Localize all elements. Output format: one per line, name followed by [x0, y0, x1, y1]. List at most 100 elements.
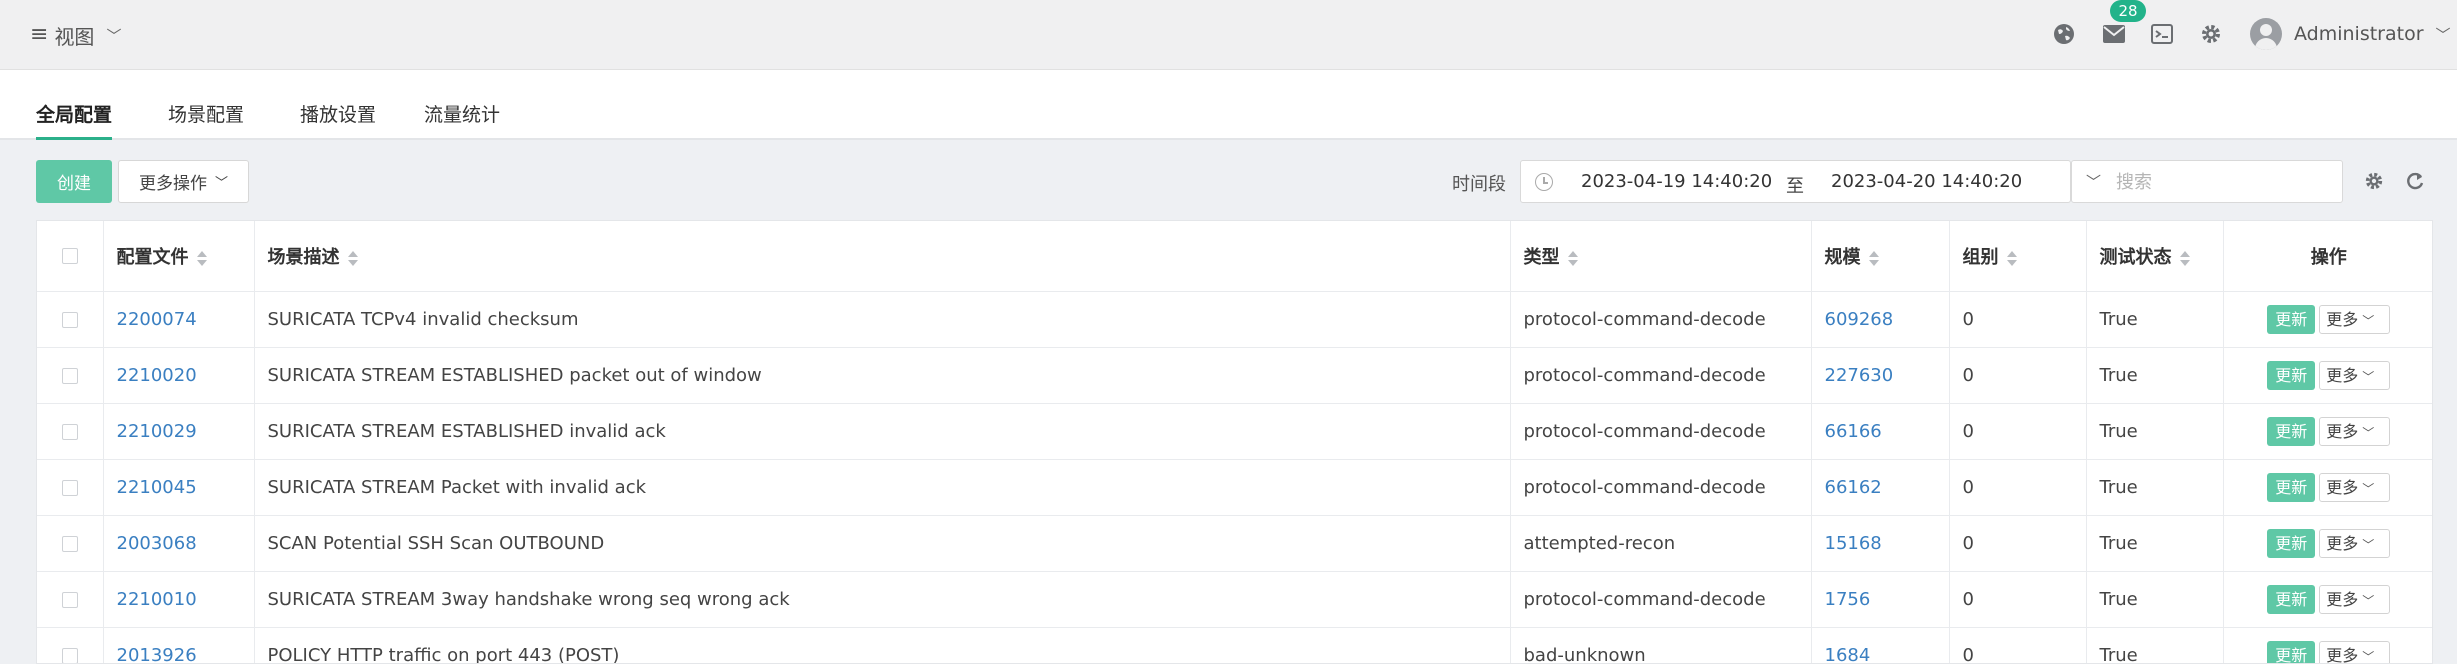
update-button[interactable]: 更新	[2267, 360, 2316, 390]
group-cell: 0	[1949, 403, 2087, 460]
col-config-file[interactable]: 配置文件	[103, 221, 255, 292]
row-more-label: 更多	[2326, 309, 2359, 329]
search-input[interactable]	[2116, 169, 2326, 195]
row-checkbox[interactable]	[61, 647, 78, 663]
row-more-button[interactable]: 更多 ﹀	[2319, 640, 2391, 663]
row-checkbox[interactable]	[61, 311, 78, 328]
sort-icon[interactable]	[2006, 250, 2017, 266]
date-start[interactable]: 2023-04-19 14:40:20	[1581, 171, 1772, 192]
update-button[interactable]: 更新	[2267, 640, 2316, 663]
config-file-cell: 2210020	[103, 347, 255, 404]
row-checkbox[interactable]	[61, 367, 78, 384]
update-button[interactable]: 更新	[2267, 304, 2316, 334]
gear-icon[interactable]	[2199, 22, 2223, 46]
config-file-link[interactable]: 2210029	[117, 421, 197, 442]
select-all-checkbox[interactable]	[61, 248, 78, 265]
test-status-cell: True	[2086, 403, 2224, 460]
avatar	[2250, 18, 2282, 50]
col-group[interactable]: 组别	[1949, 221, 2087, 292]
actions-cell: 更新 更多 ﹀	[2223, 403, 2432, 460]
config-file-cell: 2200074	[103, 291, 255, 348]
col-scene-desc[interactable]: 场景描述	[254, 221, 1511, 292]
scale-link[interactable]: 609268	[1825, 309, 1894, 330]
col-test-status[interactable]: 测试状态	[2086, 221, 2224, 292]
notification-badge[interactable]: 28	[2110, 0, 2146, 22]
scale-link[interactable]: 15168	[1825, 533, 1882, 554]
group-cell: 0	[1949, 459, 2087, 516]
sort-icon[interactable]	[1567, 250, 1578, 266]
tab-global-config[interactable]: 全局配置	[36, 100, 113, 140]
type-cell: attempted-recon	[1510, 515, 1812, 572]
row-more-button[interactable]: 更多 ﹀	[2319, 584, 2391, 614]
type-cell: protocol-command-decode	[1510, 291, 1812, 348]
tab-playback-settings[interactable]: 播放设置	[300, 100, 376, 140]
clock-icon	[1535, 173, 1553, 191]
sort-icon[interactable]	[347, 250, 358, 266]
scale-link[interactable]: 66166	[1825, 421, 1882, 442]
chevron-down-icon[interactable]: ﹀	[2086, 171, 2101, 192]
sort-icon[interactable]	[196, 250, 207, 266]
update-button[interactable]: 更新	[2267, 528, 2316, 558]
create-button[interactable]: 创建	[36, 160, 112, 203]
group-cell: 0	[1949, 291, 2087, 348]
more-actions-label: 更多操作	[138, 174, 207, 194]
test-status-cell: True	[2086, 571, 2224, 628]
terminal-icon[interactable]	[2150, 22, 2174, 46]
row-checkbox[interactable]	[61, 479, 78, 496]
actions-cell: 更新 更多 ﹀	[2223, 627, 2432, 663]
config-file-link[interactable]: 2210020	[117, 365, 197, 386]
col-scene-desc-label: 场景描述	[267, 246, 340, 268]
config-file-link[interactable]: 2013926	[117, 645, 197, 664]
scale-link[interactable]: 66162	[1825, 477, 1882, 498]
time-range-label: 时间段	[1452, 174, 1506, 195]
row-more-button[interactable]: 更多 ﹀	[2319, 528, 2391, 558]
chevron-down-icon: ﹀	[106, 26, 122, 45]
scale-cell: 1756	[1811, 571, 1950, 628]
scale-cell: 609268	[1811, 291, 1950, 348]
row-checkbox[interactable]	[61, 423, 78, 440]
config-file-link[interactable]: 2210045	[117, 477, 197, 498]
col-scale[interactable]: 规模	[1811, 221, 1950, 292]
tab-traffic-stats[interactable]: 流量统计	[424, 100, 500, 140]
sort-icon[interactable]	[2179, 250, 2190, 266]
row-checkbox[interactable]	[61, 591, 78, 608]
update-button[interactable]: 更新	[2267, 584, 2316, 614]
settings-icon[interactable]	[2363, 170, 2385, 192]
config-file-link[interactable]: 2200074	[117, 309, 197, 330]
actions-cell: 更新 更多 ﹀	[2223, 459, 2432, 516]
table-header-row: 配置文件 场景描述 类型 规模 组别 测试状态 操作	[37, 221, 2432, 292]
table-row: 2210010 SURICATA STREAM 3way handshake wr…	[37, 571, 2432, 628]
table-row: 2210029 SURICATA STREAM ESTABLISHED inval…	[37, 403, 2432, 460]
config-file-link[interactable]: 2210010	[117, 589, 197, 610]
actions-cell: 更新 更多 ﹀	[2223, 347, 2432, 404]
config-file-link[interactable]: 2003068	[117, 533, 197, 554]
sort-icon[interactable]	[1868, 250, 1879, 266]
mail-icon[interactable]	[2102, 22, 2126, 46]
globe-icon[interactable]	[2052, 22, 2076, 46]
row-more-button[interactable]: 更多 ﹀	[2319, 416, 2391, 446]
scale-link[interactable]: 1756	[1825, 589, 1871, 610]
scene-desc-cell: SURICATA STREAM 3way handshake wrong seq…	[254, 571, 1511, 628]
refresh-icon[interactable]	[2404, 170, 2426, 192]
col-type[interactable]: 类型	[1510, 221, 1812, 292]
date-range-picker[interactable]: 2023-04-19 14:40:20 至 2023-04-20 14:40:2…	[1520, 160, 2071, 203]
tab-scene-config[interactable]: 场景配置	[168, 100, 244, 140]
user-menu[interactable]: Administrator ﹀	[2250, 16, 2451, 52]
update-button[interactable]: 更新	[2267, 416, 2316, 446]
tab-bar: 全局配置 场景配置 播放设置 流量统计	[0, 70, 2457, 140]
view-menu[interactable]: ≡ 视图 ﹀	[30, 20, 121, 50]
col-test-status-label: 测试状态	[2099, 246, 2172, 268]
select-all-cell[interactable]	[37, 221, 104, 292]
scale-link[interactable]: 1684	[1825, 645, 1871, 664]
row-more-button[interactable]: 更多 ﹀	[2319, 304, 2391, 334]
scale-link[interactable]: 227630	[1825, 365, 1894, 386]
date-end[interactable]: 2023-04-20 14:40:20	[1831, 171, 2022, 192]
scene-desc-cell: SURICATA STREAM ESTABLISHED packet out o…	[254, 347, 1511, 404]
test-status-cell: True	[2086, 291, 2224, 348]
row-more-button[interactable]: 更多 ﹀	[2319, 472, 2391, 502]
row-checkbox[interactable]	[61, 535, 78, 552]
more-actions-button[interactable]: 更多操作 ﹀	[118, 160, 249, 203]
row-more-button[interactable]: 更多 ﹀	[2319, 360, 2391, 390]
update-button[interactable]: 更新	[2267, 472, 2316, 502]
config-table: 配置文件 场景描述 类型 规模 组别 测试状态 操作 2200074 SURICA…	[36, 220, 2433, 664]
